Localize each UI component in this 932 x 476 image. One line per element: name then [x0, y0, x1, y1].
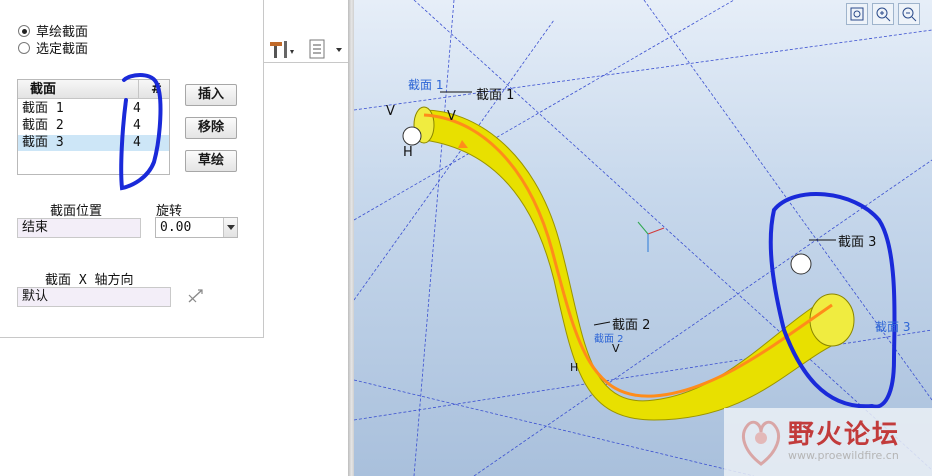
options-toolbar — [264, 35, 350, 63]
sketch-button[interactable]: 草绘 — [185, 150, 237, 172]
row-name: 截面 3 — [22, 135, 64, 150]
list-options-icon[interactable] — [308, 38, 348, 60]
x-axis-direction-field[interactable]: 默认 — [17, 287, 171, 307]
radio-button-checked[interactable] — [18, 24, 30, 37]
sweep-sections-panel: 草绘截面 选定截面 截面 # 截面 1 4 截面 2 4 截面 3 4 插入 移… — [0, 0, 264, 338]
rotation-value: 0.00 — [160, 220, 192, 235]
radio-button-unchecked[interactable] — [18, 41, 30, 54]
chevron-down-icon[interactable] — [223, 218, 237, 237]
x-axis-direction-label: 截面 X 轴方向 — [45, 273, 134, 288]
section-location-label: 截面位置 — [50, 204, 103, 219]
section-3-callout: 截面 3 — [838, 235, 877, 250]
coordinate-system-icon — [637, 221, 665, 252]
watermark-url: www.proewildfire.cn — [788, 449, 899, 462]
watermark-title: 野火论坛 — [788, 420, 901, 450]
zoom-in-icon[interactable] — [872, 3, 894, 25]
section-3-blue-label: 截面 3 — [875, 320, 911, 334]
row-name: 截面 2 — [22, 118, 64, 133]
hand-drawn-annotation — [119, 73, 163, 191]
radio-label-selected: 选定截面 — [36, 42, 89, 57]
radio-selected-sections[interactable]: 选定截面 — [18, 38, 88, 57]
axis-v-label: V — [386, 104, 395, 119]
section-1-blue-label: 截面 1 — [408, 78, 444, 92]
axis-h-label: H — [403, 145, 413, 160]
section-location-field[interactable]: 结束 — [17, 218, 141, 238]
tools-icon[interactable] — [268, 38, 298, 60]
zoom-out-icon[interactable] — [898, 3, 920, 25]
axis-h-label: H — [570, 361, 579, 374]
zoom-fit-icon[interactable] — [846, 3, 868, 25]
flip-direction-icon[interactable] — [186, 287, 206, 305]
axis-v-label: V — [447, 109, 456, 124]
axis-v-label: V — [612, 342, 620, 355]
forum-logo-icon — [742, 420, 780, 466]
insert-button[interactable]: 插入 — [185, 84, 237, 106]
rotation-input[interactable]: 0.00 — [155, 217, 238, 238]
section-1-callout: 截面 1 — [476, 88, 515, 103]
remove-button[interactable]: 移除 — [185, 117, 237, 139]
row-name: 截面 1 — [22, 101, 64, 116]
